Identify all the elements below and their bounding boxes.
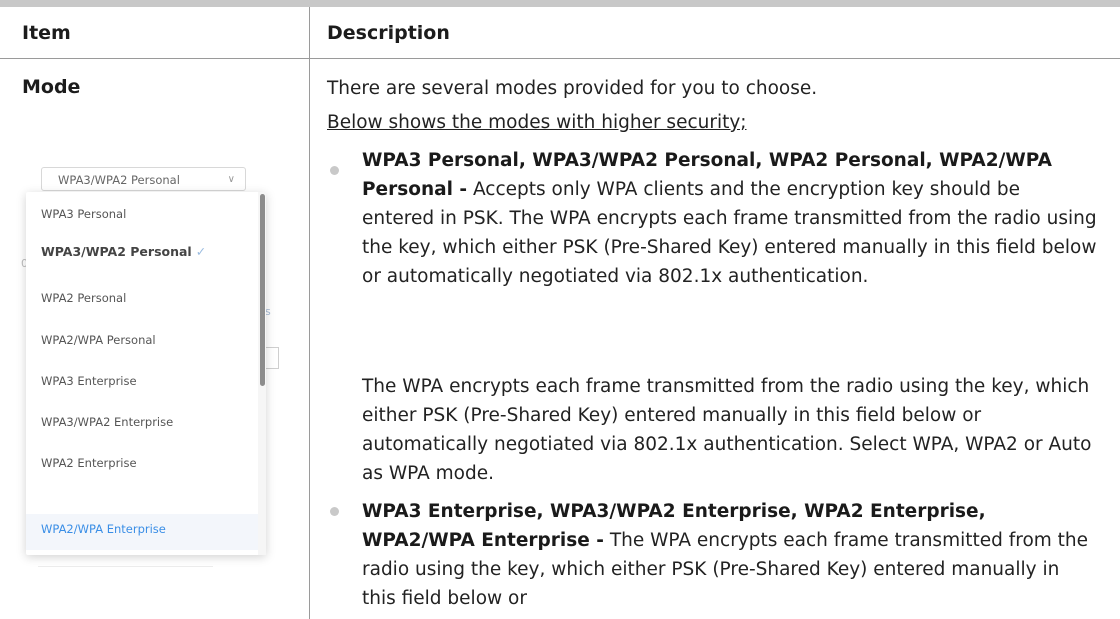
header-item: Item [22, 22, 71, 44]
bullet-enterprise-modes: WPA3 Enterprise, WPA3/WPA2 Enterprise, W… [362, 497, 1097, 613]
column-divider [309, 7, 310, 619]
menu-item-wpa3-personal[interactable]: WPA3 Personal [26, 195, 258, 233]
description-intro: There are several modes provided for you… [327, 78, 818, 99]
table-top-rule [0, 0, 1120, 7]
mode-select-value: WPA3/WPA2 Personal [58, 173, 180, 187]
menu-item-wpa3-wpa2-enterprise[interactable]: WPA3/WPA2 Enterprise [26, 403, 258, 441]
description-paragraph: The WPA encrypts each frame transmitted … [362, 376, 1092, 484]
mode-select[interactable]: WPA3/WPA2 Personal ∨ [41, 167, 246, 191]
bullet-icon [330, 507, 339, 516]
mode-dropdown-menu: WPA3 Personal WPA3/WPA2 Personal ✓ WPA2 P… [26, 192, 266, 555]
description-subheading: Below shows the modes with higher securi… [327, 112, 747, 133]
cropped-input-fragment [266, 347, 279, 369]
item-mode-label: Mode [22, 76, 81, 98]
menu-item-wpa2-enterprise[interactable]: WPA2 Enterprise [26, 444, 258, 482]
header-divider [0, 58, 1120, 59]
menu-item-wpa3-wpa2-personal[interactable]: WPA3/WPA2 Personal ✓ [26, 233, 258, 271]
header-description: Description [327, 22, 450, 44]
bullet-icon [330, 166, 339, 175]
bullet-personal-modes: WPA3 Personal, WPA3/WPA2 Personal, WPA2 … [362, 146, 1097, 291]
check-icon: ✓ [195, 244, 207, 259]
bullet-body: Accepts only WPA clients and the encrypt… [362, 179, 1097, 287]
menu-scrollbar-thumb[interactable] [260, 194, 265, 386]
menu-item-wpa2-wpa-enterprise[interactable]: WPA2/WPA Enterprise [26, 514, 258, 550]
menu-item-wpa3-enterprise[interactable]: WPA3 Enterprise [26, 362, 258, 400]
menu-item-wpa2-personal[interactable]: WPA2 Personal [26, 279, 258, 317]
menu-item-label: WPA3/WPA2 Personal [41, 244, 192, 259]
cropped-divider-fragment [38, 566, 213, 567]
menu-item-wpa2-wpa-personal[interactable]: WPA2/WPA Personal [26, 321, 258, 359]
chevron-down-icon: ∨ [227, 174, 235, 185]
